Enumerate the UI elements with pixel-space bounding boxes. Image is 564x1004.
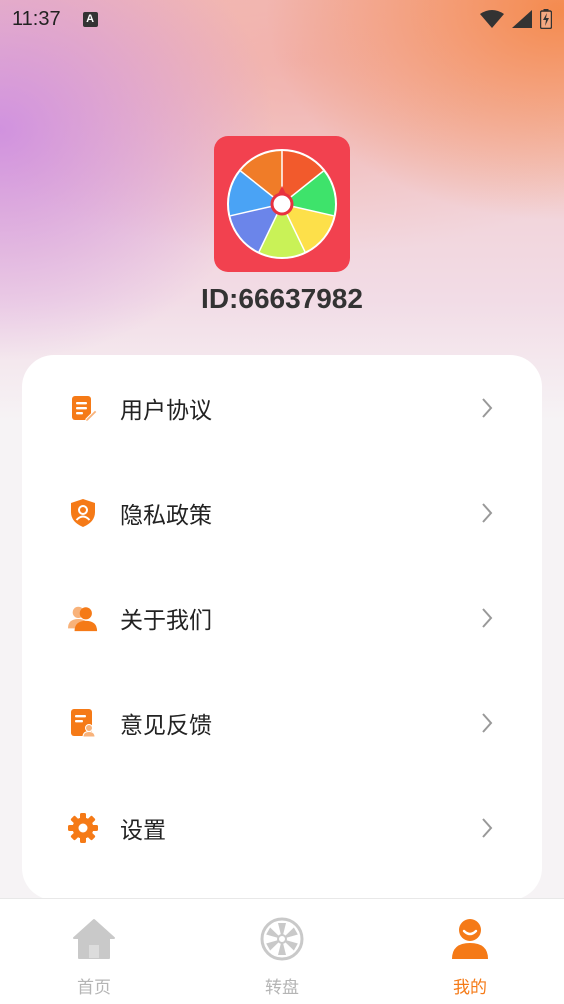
- wifi-icon: [480, 10, 504, 28]
- menu-item-about-us[interactable]: 关于我们: [22, 565, 542, 670]
- nav-label: 我的: [453, 978, 487, 998]
- menu-label: 关于我们: [120, 607, 212, 634]
- status-time: 11:37: [12, 7, 61, 30]
- menu-label: 用户协议: [120, 397, 212, 424]
- bottom-nav: 首页 转盘 我的: [0, 898, 564, 1004]
- users-icon: [68, 603, 98, 633]
- status-bar: 11:37 A: [0, 0, 564, 38]
- color-wheel-icon: [227, 149, 337, 259]
- menu-item-user-agreement[interactable]: 用户协议: [22, 355, 542, 460]
- feedback-doc-icon: [68, 708, 98, 738]
- wheel-icon: [260, 917, 304, 961]
- nav-label: 首页: [77, 978, 111, 998]
- nav-tab-mine[interactable]: 我的: [376, 899, 564, 1004]
- menu-item-settings[interactable]: 设置: [22, 775, 542, 880]
- a-keyboard-icon: A: [82, 11, 98, 27]
- chevron-right-icon: [482, 607, 493, 628]
- user-id: ID:66637982: [201, 283, 363, 314]
- document-edit-icon: [68, 393, 98, 423]
- nav-tab-home[interactable]: 首页: [0, 899, 188, 1004]
- signal-icon: [512, 10, 532, 28]
- nav-label: 转盘: [265, 978, 299, 998]
- shield-user-icon: [68, 498, 98, 528]
- app-logo: [214, 136, 350, 272]
- chevron-right-icon: [482, 397, 493, 418]
- battery-charging-icon: [540, 9, 552, 29]
- menu-label: 意见反馈: [120, 712, 212, 739]
- menu-card: 用户协议 隐私政策 关于我们 意见反馈 设置: [22, 355, 542, 900]
- person-icon: [448, 917, 492, 961]
- menu-label: 隐私政策: [120, 502, 212, 529]
- chevron-right-icon: [482, 817, 493, 838]
- menu-label: 设置: [120, 817, 166, 844]
- menu-item-privacy-policy[interactable]: 隐私政策: [22, 460, 542, 565]
- chevron-right-icon: [482, 712, 493, 733]
- nav-tab-wheel[interactable]: 转盘: [188, 899, 376, 1004]
- chevron-right-icon: [482, 502, 493, 523]
- menu-item-feedback[interactable]: 意见反馈: [22, 670, 542, 775]
- home-icon: [72, 917, 116, 961]
- gear-icon: [68, 812, 98, 843]
